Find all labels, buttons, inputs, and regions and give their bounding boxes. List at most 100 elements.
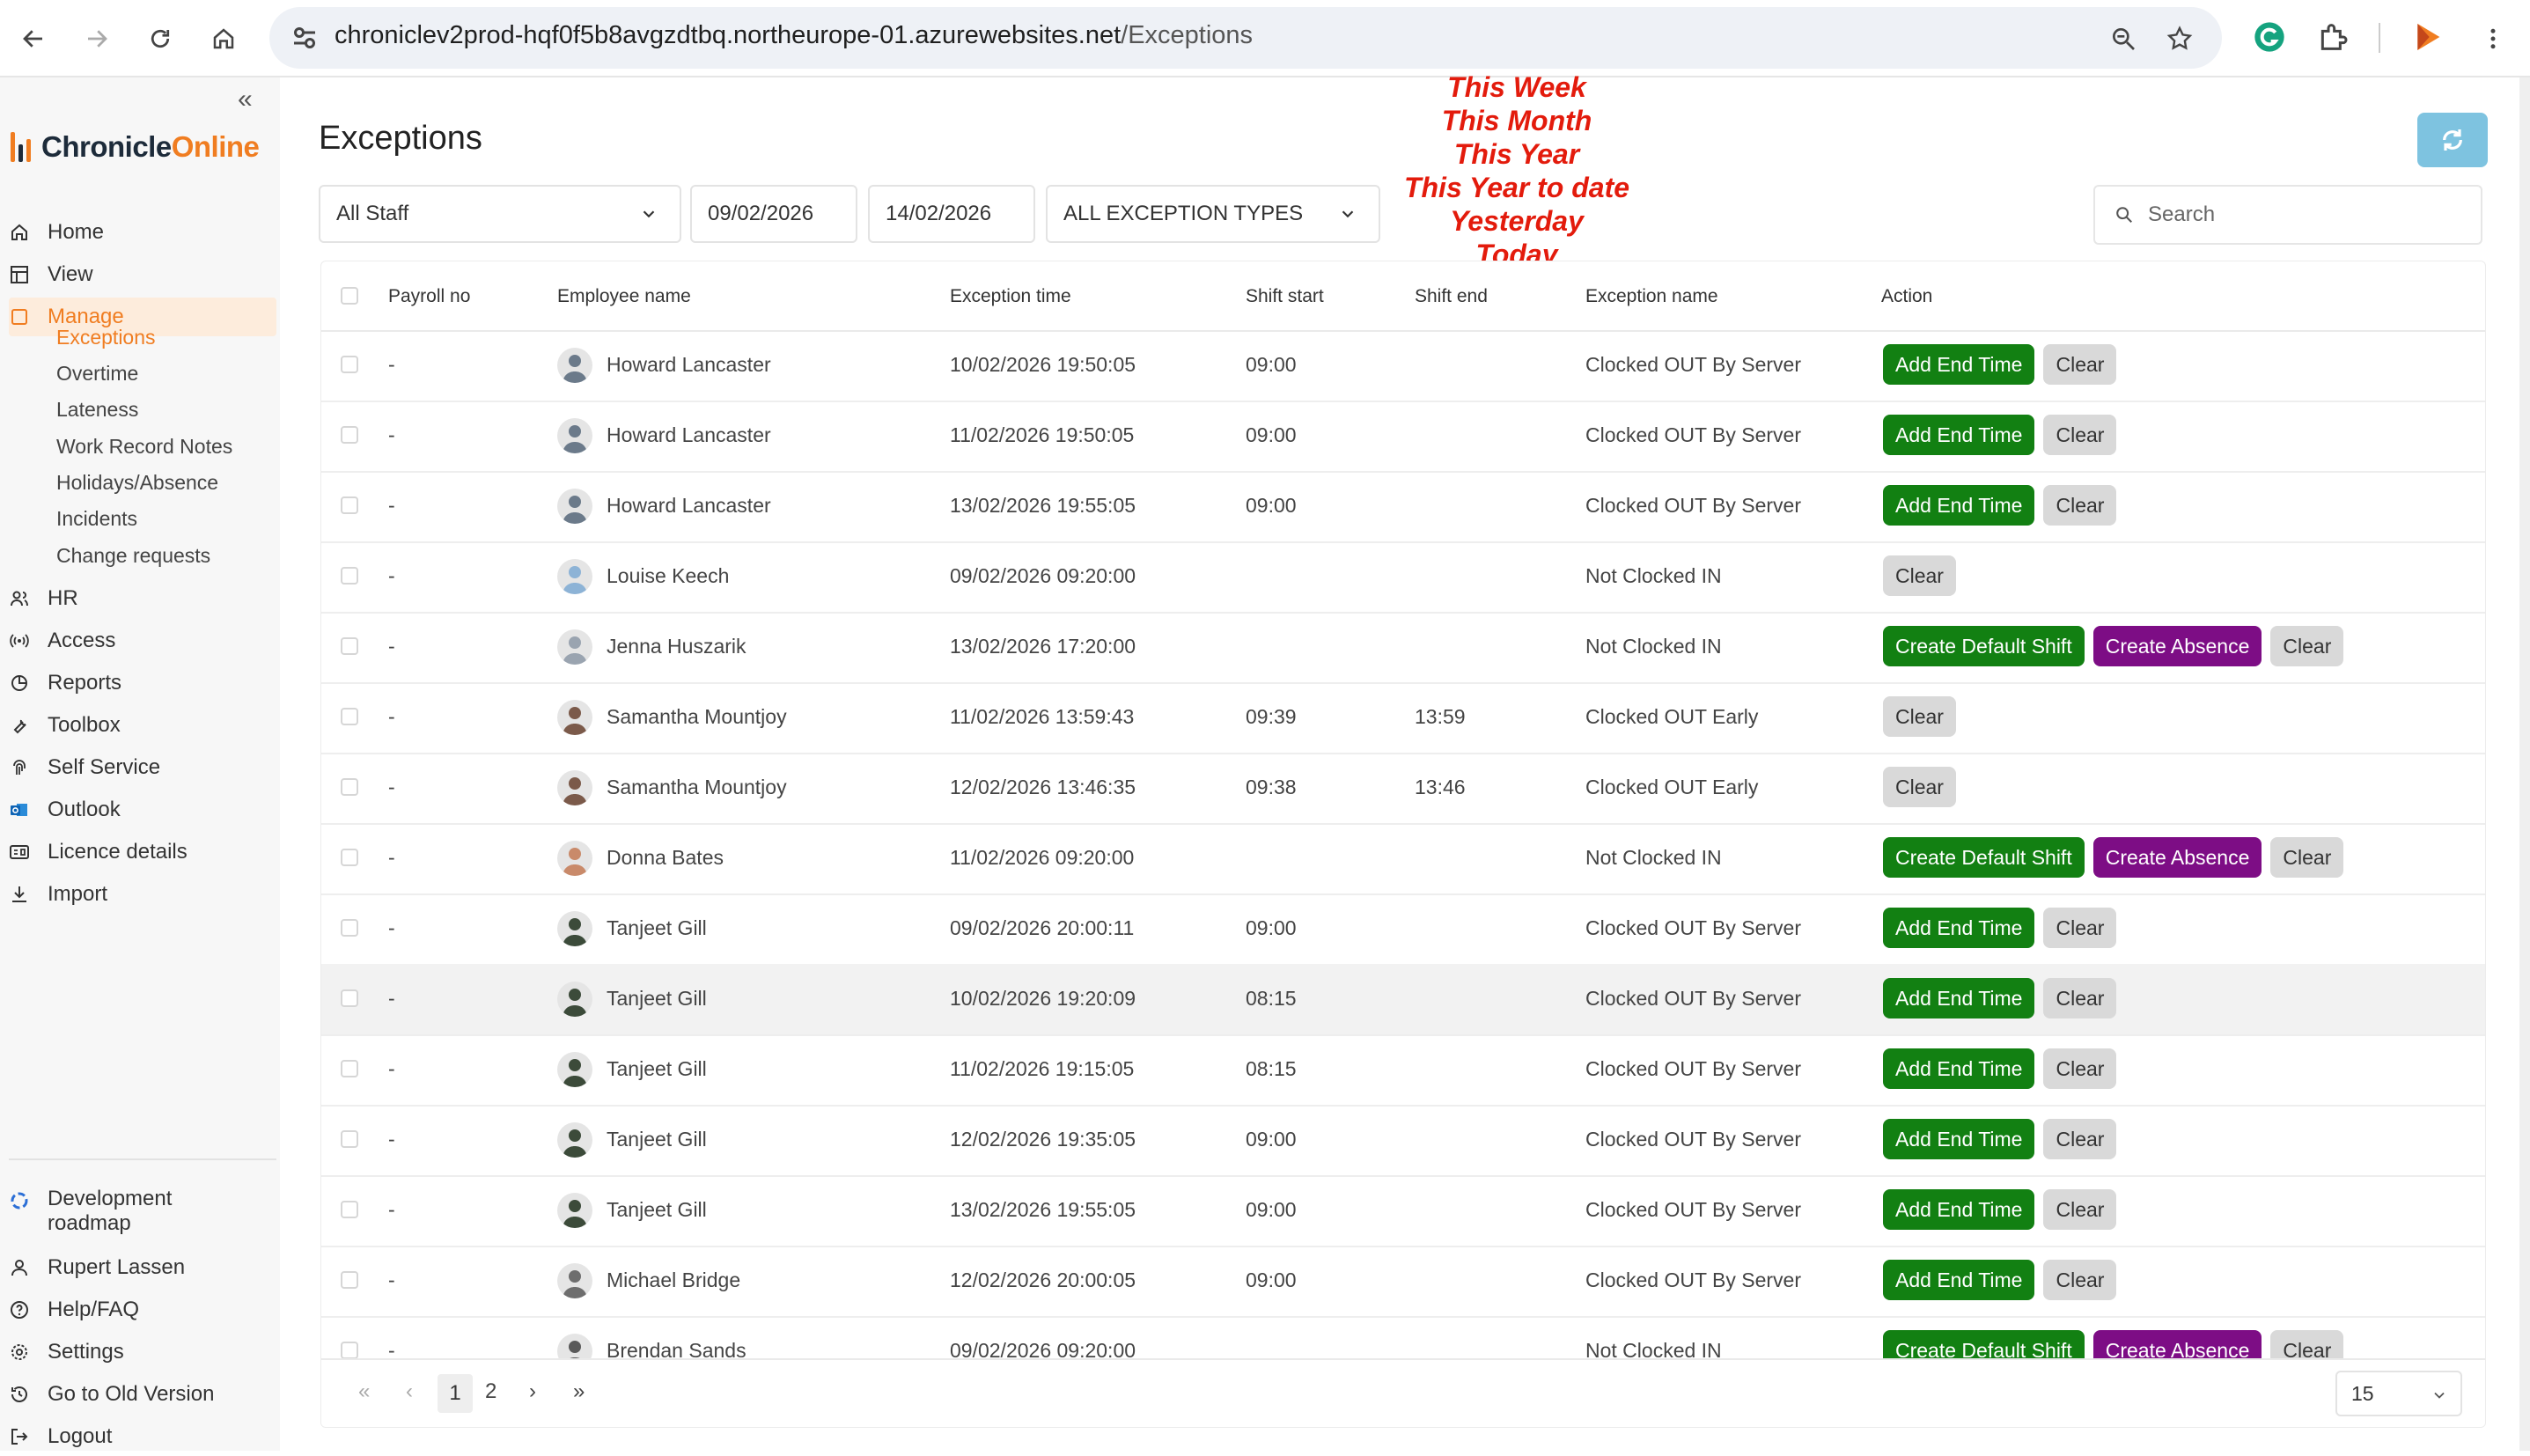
row-checkbox[interactable] bbox=[341, 637, 358, 655]
clear-button[interactable]: Clear bbox=[2043, 1189, 2117, 1230]
extensions-puzzle-icon[interactable] bbox=[2315, 19, 2350, 55]
sub-nav-incidents[interactable]: Incidents bbox=[56, 507, 137, 531]
table-row[interactable]: - 10/02/2026 19:50:05 09:00 Clocked OUT By … bbox=[321, 330, 2485, 402]
sub-nav-exceptions[interactable]: Exceptions bbox=[56, 326, 156, 349]
sub-nav-work-record-notes[interactable]: Work Record Notes bbox=[56, 435, 232, 459]
table-row[interactable]: - 11/02/2026 19:15:05 08:15 Clocked OUT By … bbox=[321, 1034, 2485, 1107]
row-checkbox[interactable] bbox=[341, 1060, 358, 1077]
table-row[interactable]: - 10/02/2026 19:20:09 08:15 Clocked OUT By … bbox=[321, 964, 2485, 1036]
sub-nav-overtime[interactable]: Overtime bbox=[56, 362, 138, 386]
quick-date-this-month[interactable]: This Month bbox=[1373, 104, 1660, 137]
clear-button[interactable]: Clear bbox=[2043, 908, 2117, 948]
nav-home[interactable]: Home bbox=[9, 213, 276, 252]
header-shift-end[interactable]: Shift end bbox=[1415, 286, 1488, 307]
clear-button[interactable]: Clear bbox=[2043, 1119, 2117, 1159]
zoom-icon[interactable] bbox=[2109, 25, 2137, 53]
nav-outlook[interactable]: Outlook bbox=[9, 791, 276, 829]
search-input[interactable] bbox=[2146, 202, 2467, 228]
row-checkbox[interactable] bbox=[341, 426, 358, 444]
nav-import[interactable]: Import bbox=[9, 875, 276, 914]
grammarly-icon[interactable] bbox=[2252, 19, 2287, 55]
clear-button[interactable]: Clear bbox=[2043, 1260, 2117, 1300]
clear-button[interactable]: Clear bbox=[1883, 696, 1956, 737]
table-row[interactable]: - 13/02/2026 17:20:00 Not Clocked IN Jenna … bbox=[321, 612, 2485, 684]
employee-name[interactable]: Brendan Sands bbox=[607, 1339, 746, 1358]
next-page-button[interactable]: › bbox=[529, 1379, 536, 1404]
employee-name[interactable]: Howard Lancaster bbox=[607, 423, 771, 447]
employee-name[interactable]: Tanjeet Gill bbox=[607, 987, 707, 1011]
row-checkbox[interactable] bbox=[341, 778, 358, 796]
create-absence-button[interactable]: Create Absence bbox=[2092, 1330, 2262, 1358]
table-row[interactable]: - 09/02/2026 09:20:00 Not Clocked IN Brenda… bbox=[321, 1316, 2485, 1358]
employee-name[interactable]: Donna Bates bbox=[607, 846, 724, 870]
employee-name[interactable]: Samantha Mountjoy bbox=[607, 705, 787, 729]
row-checkbox[interactable] bbox=[341, 1271, 358, 1289]
employee-name[interactable]: Howard Lancaster bbox=[607, 494, 771, 518]
add-end-time-button[interactable]: Add End Time bbox=[1883, 1119, 2035, 1159]
create-default-shift-button[interactable]: Create Default Shift bbox=[1883, 1330, 2085, 1358]
employee-name[interactable]: Tanjeet Gill bbox=[607, 1198, 707, 1222]
nav-self-service[interactable]: Self Service bbox=[9, 748, 276, 787]
nav-hr[interactable]: HR bbox=[9, 579, 276, 618]
page-scrollbar[interactable] bbox=[2519, 77, 2530, 1451]
bookmark-star-icon[interactable] bbox=[2166, 25, 2194, 53]
add-end-time-button[interactable]: Add End Time bbox=[1883, 1048, 2035, 1089]
nav-view[interactable]: View bbox=[9, 255, 276, 294]
nav-access[interactable]: Access bbox=[9, 621, 276, 660]
sub-nav-lateness[interactable]: Lateness bbox=[56, 398, 138, 422]
quick-date-this-week[interactable]: This Week bbox=[1373, 70, 1660, 104]
media-extension-icon[interactable] bbox=[2410, 19, 2445, 55]
table-row[interactable]: - 11/02/2026 13:59:43 09:39 13:59 Clocked OU… bbox=[321, 682, 2485, 754]
table-row[interactable]: - 12/02/2026 19:35:05 09:00 Clocked OUT By … bbox=[321, 1105, 2485, 1177]
clear-button[interactable]: Clear bbox=[2043, 485, 2117, 526]
nav-logout[interactable]: Logout bbox=[9, 1417, 276, 1456]
address-bar[interactable]: chroniclev2prod-hqf0f5b8avgzdtbq.northeu… bbox=[269, 7, 2222, 69]
sub-nav-change-requests[interactable]: Change requests bbox=[56, 544, 210, 568]
clear-button[interactable]: Clear bbox=[2270, 1330, 2344, 1358]
nav-development-roadmap[interactable]: Development roadmap bbox=[9, 1187, 276, 1241]
create-absence-button[interactable]: Create Absence bbox=[2092, 626, 2262, 666]
clear-button[interactable]: Clear bbox=[2043, 1048, 2117, 1089]
nav-toolbox[interactable]: Toolbox bbox=[9, 706, 276, 745]
add-end-time-button[interactable]: Add End Time bbox=[1883, 344, 2035, 385]
header-exception-name[interactable]: Exception name bbox=[1585, 286, 1718, 307]
date-from-field[interactable]: 09/02/2026 bbox=[690, 185, 857, 243]
forward-icon[interactable] bbox=[77, 19, 116, 58]
collapse-sidebar-icon[interactable]: « bbox=[238, 85, 253, 114]
row-checkbox[interactable] bbox=[341, 496, 358, 514]
refresh-button[interactable] bbox=[2417, 113, 2488, 167]
nav-go-to-old-version[interactable]: Go to Old Version bbox=[9, 1375, 276, 1414]
row-checkbox[interactable] bbox=[341, 1201, 358, 1218]
clear-button[interactable]: Clear bbox=[1883, 555, 1956, 596]
page-size-select[interactable]: 15 bbox=[2335, 1371, 2462, 1416]
add-end-time-button[interactable]: Add End Time bbox=[1883, 908, 2035, 948]
reload-icon[interactable] bbox=[141, 19, 180, 58]
prev-page-button[interactable]: ‹ bbox=[406, 1379, 413, 1404]
create-default-shift-button[interactable]: Create Default Shift bbox=[1883, 626, 2085, 666]
nav-user-profile[interactable]: Rupert Lassen bbox=[9, 1248, 276, 1287]
page-1-button[interactable]: 1 bbox=[438, 1374, 473, 1413]
employee-name[interactable]: Louise Keech bbox=[607, 564, 729, 588]
header-exception-time[interactable]: Exception time bbox=[950, 286, 1071, 307]
row-checkbox[interactable] bbox=[341, 919, 358, 937]
add-end-time-button[interactable]: Add End Time bbox=[1883, 1260, 2035, 1300]
header-payroll-no[interactable]: Payroll no bbox=[388, 286, 470, 307]
exception-type-select[interactable]: ALL EXCEPTION TYPES bbox=[1046, 185, 1380, 243]
clear-button[interactable]: Clear bbox=[2270, 837, 2344, 878]
row-checkbox[interactable] bbox=[341, 1130, 358, 1148]
table-row[interactable]: - 09/02/2026 20:00:11 09:00 Clocked OUT By … bbox=[321, 893, 2485, 966]
nav-settings[interactable]: Settings bbox=[9, 1333, 276, 1371]
employee-name[interactable]: Tanjeet Gill bbox=[607, 1057, 707, 1081]
sub-nav-holidays-absence[interactable]: Holidays/Absence bbox=[56, 471, 218, 495]
table-row[interactable]: - 11/02/2026 09:20:00 Not Clocked IN Donna … bbox=[321, 823, 2485, 895]
employee-name[interactable]: Tanjeet Gill bbox=[607, 1128, 707, 1151]
clear-button[interactable]: Clear bbox=[2043, 344, 2117, 385]
browser-menu-icon[interactable] bbox=[2474, 19, 2512, 58]
site-settings-icon[interactable] bbox=[289, 22, 320, 54]
quick-date-this-year-to-date[interactable]: This Year to date bbox=[1373, 171, 1660, 204]
quick-date-this-year[interactable]: This Year bbox=[1373, 137, 1660, 171]
table-row[interactable]: - 13/02/2026 19:55:05 09:00 Clocked OUT By … bbox=[321, 1175, 2485, 1247]
row-checkbox[interactable] bbox=[341, 849, 358, 866]
select-all-checkbox[interactable] bbox=[341, 287, 358, 305]
clear-button[interactable]: Clear bbox=[2043, 415, 2117, 455]
